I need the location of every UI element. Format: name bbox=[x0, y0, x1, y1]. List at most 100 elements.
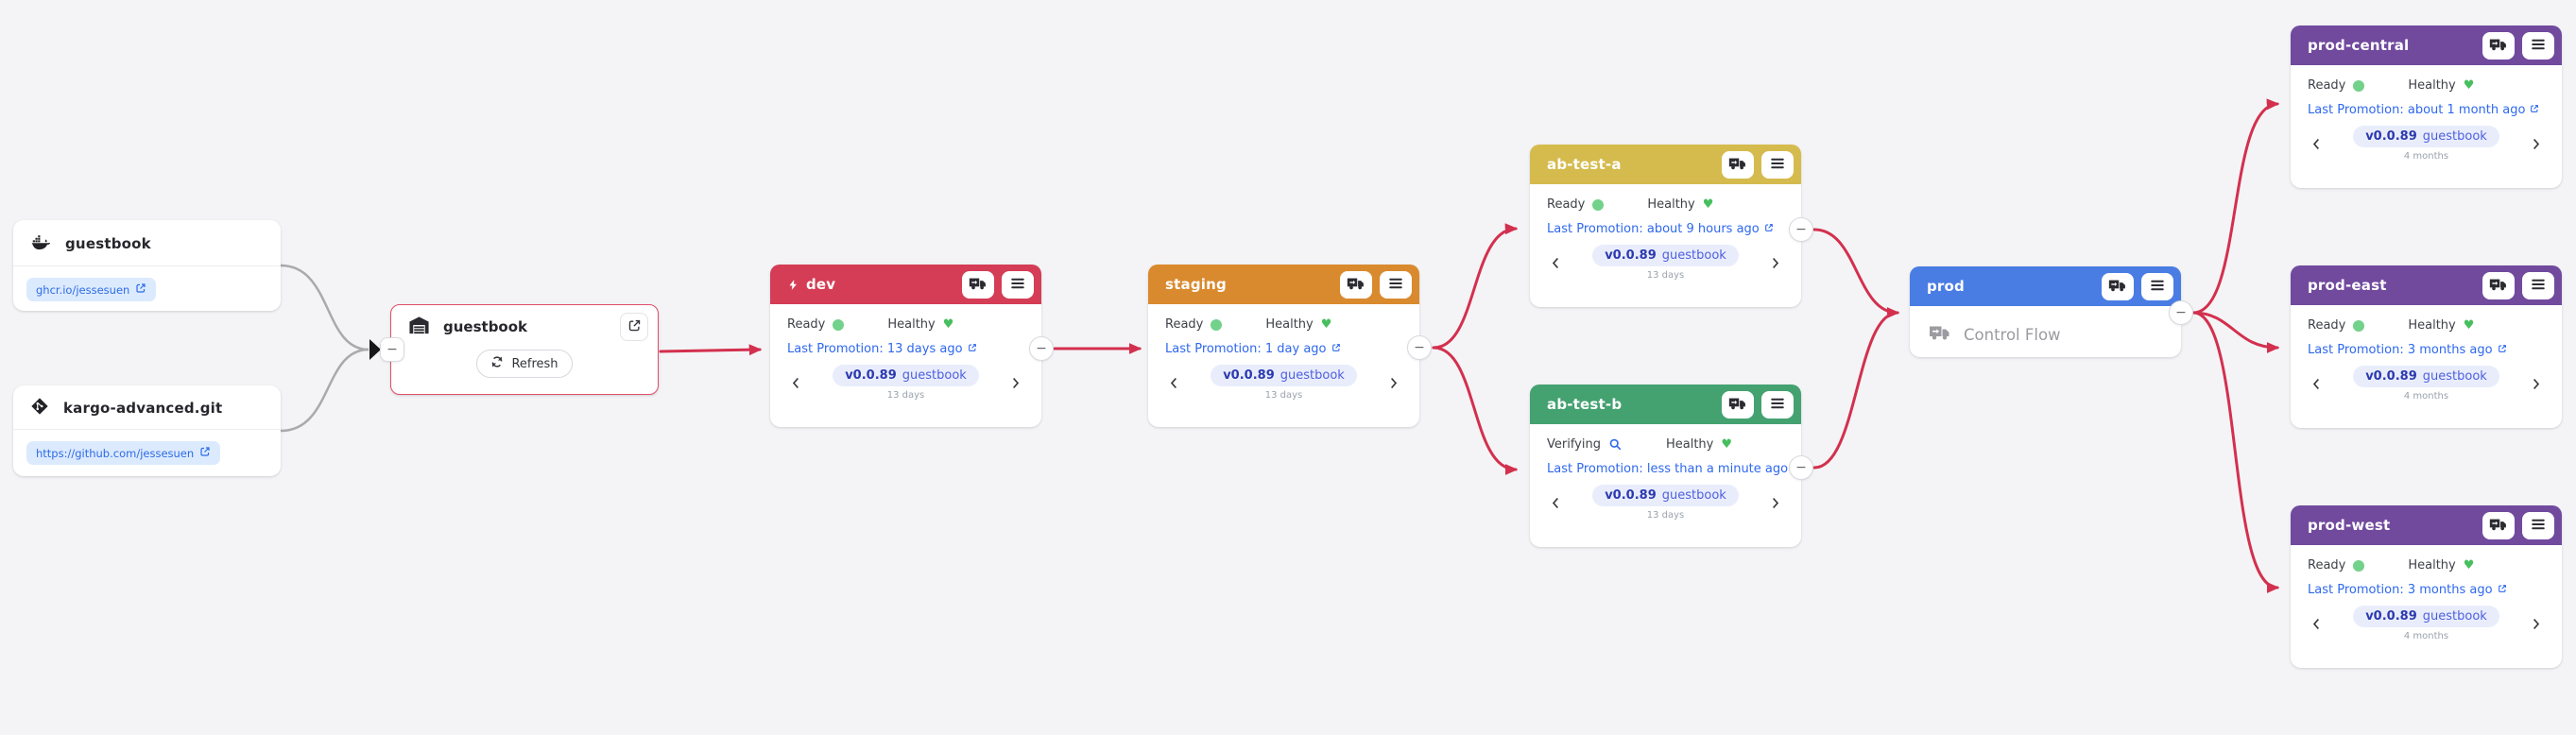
collapse-prod-downstream-button[interactable]: − bbox=[2169, 300, 2193, 325]
freight-chip[interactable]: v0.0.89guestbook bbox=[1592, 245, 1739, 266]
healthy-heart-icon: ♥ bbox=[1721, 438, 1732, 451]
chevron-right-icon[interactable] bbox=[2527, 375, 2545, 393]
external-link-icon bbox=[1331, 342, 1341, 356]
health-status: Healthy♥ bbox=[1647, 197, 1713, 212]
refresh-icon bbox=[490, 355, 504, 372]
chevron-left-icon[interactable] bbox=[787, 374, 805, 392]
stage-title: prod bbox=[1927, 278, 1965, 295]
stage-title: dev bbox=[806, 276, 835, 293]
stage-card-prod-east: prod-east Ready Healthy♥ Last Promotion:… bbox=[2291, 265, 2562, 428]
stage-header-prod[interactable]: prod bbox=[1910, 266, 2181, 306]
stage-menu-button[interactable] bbox=[2141, 273, 2173, 300]
chevron-left-icon[interactable] bbox=[1547, 254, 1565, 272]
chevron-right-icon[interactable] bbox=[1384, 374, 1402, 392]
healthy-heart-icon: ♥ bbox=[943, 318, 954, 331]
stage-header-prod-central[interactable]: prod-central bbox=[2291, 26, 2562, 65]
warehouse-details-button[interactable] bbox=[620, 313, 648, 341]
last-promotion-link[interactable]: Last Promotion: about 9 hours ago bbox=[1547, 222, 1774, 236]
stage-menu-button[interactable] bbox=[1761, 391, 1794, 419]
promote-button[interactable] bbox=[1722, 391, 1754, 419]
last-promotion-link[interactable]: Last Promotion: less than a minute ago bbox=[1547, 462, 1802, 476]
freight-chip[interactable]: v0.0.89guestbook bbox=[2353, 366, 2499, 387]
stage-header-dev[interactable]: dev bbox=[770, 265, 1041, 304]
repo-link-chip[interactable]: https://github.com/jessesuen bbox=[26, 441, 220, 465]
chevron-right-icon[interactable] bbox=[1766, 254, 1784, 272]
edge-prod-to-prod-central bbox=[2193, 104, 2277, 313]
ready-dot-icon bbox=[833, 319, 844, 331]
refresh-button[interactable]: Refresh bbox=[476, 350, 572, 378]
truck-icon bbox=[2489, 515, 2508, 537]
healthy-heart-icon: ♥ bbox=[2464, 79, 2475, 92]
promote-button[interactable] bbox=[2482, 272, 2515, 299]
stage-header-staging[interactable]: staging bbox=[1148, 265, 1419, 304]
freight-age: 13 days bbox=[1647, 270, 1685, 281]
warehouse-card-guestbook[interactable]: guestbook Refresh bbox=[390, 304, 659, 395]
promote-button[interactable] bbox=[962, 271, 994, 299]
promote-button[interactable] bbox=[2102, 273, 2134, 300]
last-promotion-link[interactable]: Last Promotion: 3 months ago bbox=[2308, 343, 2507, 357]
stage-card-prod-west: prod-west Ready Healthy♥ Last Promotion:… bbox=[2291, 505, 2562, 668]
edge-staging-to-ab-test-b bbox=[1434, 348, 1516, 470]
docker-icon bbox=[30, 231, 51, 256]
freight-chip[interactable]: v0.0.89guestbook bbox=[2353, 606, 2499, 627]
edge-ab-test-b-to-prod bbox=[1814, 313, 1898, 468]
repo-link-chip[interactable]: ghcr.io/jessesuen bbox=[26, 278, 156, 301]
lightning-icon bbox=[787, 279, 799, 291]
last-promotion-link[interactable]: Last Promotion: 3 months ago bbox=[2308, 583, 2507, 597]
truck-icon bbox=[2489, 35, 2508, 57]
promote-button[interactable] bbox=[1340, 271, 1372, 299]
stage-menu-button[interactable] bbox=[1380, 271, 1412, 299]
stage-menu-button[interactable] bbox=[2522, 32, 2554, 60]
stage-card-ab-test-b: ab-test-b Verifying Healthy♥ Last Promot… bbox=[1530, 385, 1801, 547]
collapse-dev-downstream-button[interactable]: − bbox=[1029, 336, 1054, 361]
freight-chip[interactable]: v0.0.89guestbook bbox=[1211, 365, 1357, 386]
phase-status: Verifying bbox=[1547, 437, 1623, 452]
collapse-ab-test-b-downstream-button[interactable]: − bbox=[1789, 455, 1813, 480]
truck-icon bbox=[969, 274, 987, 296]
stage-header-prod-west[interactable]: prod-west bbox=[2291, 505, 2562, 545]
stage-header-ab-test-a[interactable]: ab-test-a bbox=[1530, 145, 1801, 184]
health-status: Healthy♥ bbox=[887, 317, 953, 332]
stage-title: ab-test-a bbox=[1547, 156, 1622, 173]
chevron-right-icon[interactable] bbox=[2527, 615, 2545, 633]
freight-chip[interactable]: v0.0.89guestbook bbox=[1592, 485, 1739, 506]
edge-git-repo-to-warehouse bbox=[281, 350, 369, 431]
healthy-heart-icon: ♥ bbox=[1321, 318, 1332, 331]
promote-button[interactable] bbox=[1722, 151, 1754, 179]
chevron-left-icon[interactable] bbox=[1547, 494, 1565, 512]
collapse-warehouse-subscriptions-button[interactable]: − bbox=[380, 337, 404, 362]
chevron-right-icon[interactable] bbox=[1006, 374, 1024, 392]
chevron-left-icon[interactable] bbox=[1165, 374, 1183, 392]
stage-menu-button[interactable] bbox=[1761, 151, 1794, 179]
stage-menu-button[interactable] bbox=[2522, 512, 2554, 539]
stage-card-staging: staging Ready Healthy♥ Last Promotion: 1… bbox=[1148, 265, 1419, 427]
chevron-right-icon[interactable] bbox=[1766, 494, 1784, 512]
freight-chip[interactable]: v0.0.89guestbook bbox=[833, 365, 979, 386]
stage-menu-button[interactable] bbox=[1002, 271, 1034, 299]
promote-button[interactable] bbox=[2482, 512, 2515, 539]
stage-header-ab-test-b[interactable]: ab-test-b bbox=[1530, 385, 1801, 424]
promote-button[interactable] bbox=[2482, 32, 2515, 60]
collapse-staging-downstream-button[interactable]: − bbox=[1407, 335, 1432, 360]
chevron-right-icon[interactable] bbox=[2527, 135, 2545, 153]
external-link-icon bbox=[1764, 222, 1774, 236]
stage-menu-button[interactable] bbox=[2522, 272, 2554, 299]
healthy-heart-icon: ♥ bbox=[2464, 559, 2475, 572]
control-flow-truck-icon bbox=[1929, 321, 1951, 348]
collapse-ab-test-a-downstream-button[interactable]: − bbox=[1789, 217, 1813, 242]
edge-warehouse-to-dev bbox=[661, 350, 760, 351]
chevron-left-icon[interactable] bbox=[2308, 615, 2326, 633]
last-promotion-link[interactable]: Last Promotion: 13 days ago bbox=[787, 342, 977, 356]
stage-card-dev: dev Ready Healthy♥ Last Promotion: 13 da… bbox=[770, 265, 1041, 427]
chevron-left-icon[interactable] bbox=[2308, 375, 2326, 393]
last-promotion-link[interactable]: Last Promotion: about 1 month ago bbox=[2308, 103, 2539, 117]
chevron-left-icon[interactable] bbox=[2308, 135, 2326, 153]
hamburger-icon bbox=[1009, 275, 1026, 295]
external-link-icon bbox=[968, 342, 977, 356]
stage-header-prod-east[interactable]: prod-east bbox=[2291, 265, 2562, 305]
edge-staging-to-ab-test-a bbox=[1434, 229, 1516, 348]
freight-chip[interactable]: v0.0.89guestbook bbox=[2353, 126, 2499, 147]
external-link-icon bbox=[2498, 343, 2507, 357]
phase-status: Ready bbox=[2308, 78, 2364, 93]
last-promotion-link[interactable]: Last Promotion: 1 day ago bbox=[1165, 342, 1341, 356]
